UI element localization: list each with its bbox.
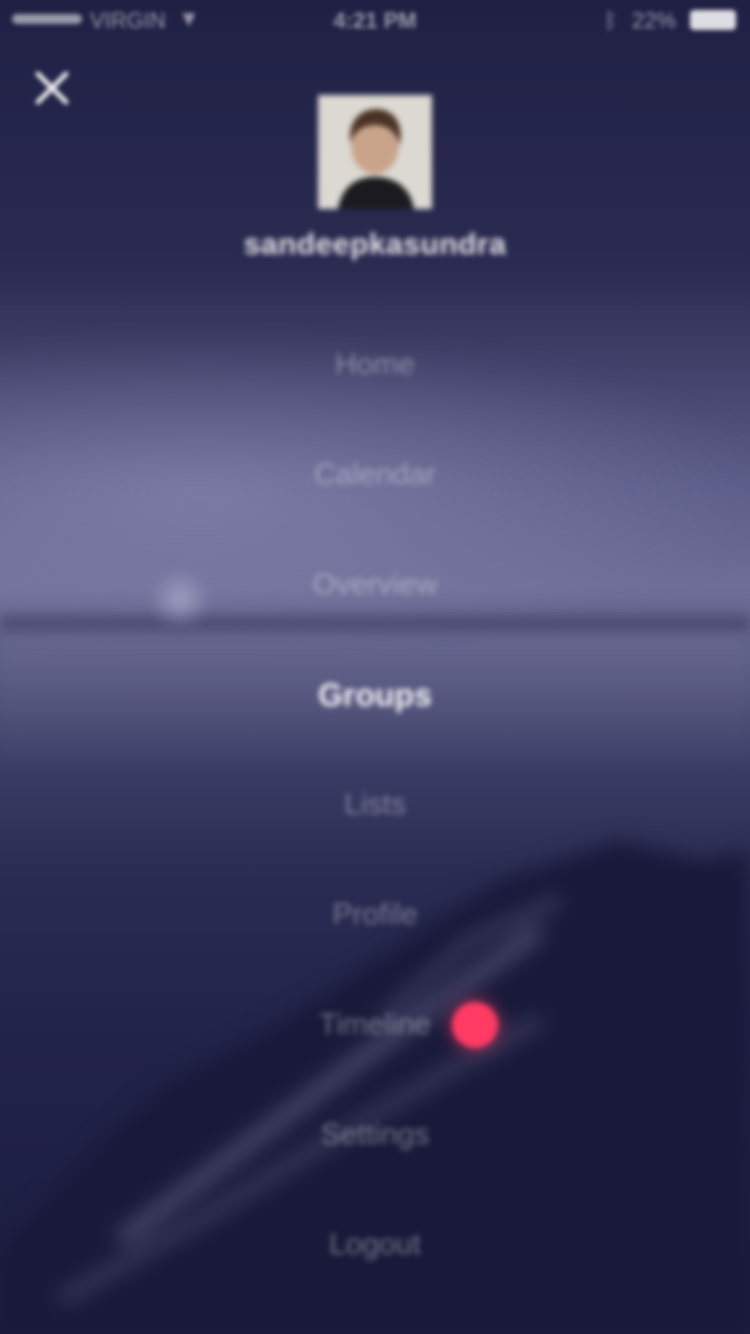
- menu-item-label: Calendar: [314, 458, 436, 491]
- avatar[interactable]: [318, 95, 432, 209]
- menu-item-logout[interactable]: Logout: [0, 1190, 750, 1300]
- menu-item-lists[interactable]: Lists: [0, 750, 750, 860]
- notification-badge: [452, 1002, 498, 1048]
- close-button[interactable]: [28, 64, 76, 112]
- username: sandeepkasundra: [243, 228, 507, 261]
- menu-item-label: Lists: [344, 788, 406, 821]
- battery-percentage: 22%: [632, 8, 677, 33]
- menu-item-home[interactable]: Home: [0, 310, 750, 420]
- menu-item-label: Overview: [312, 568, 438, 601]
- menu-item-settings[interactable]: Settings: [0, 1080, 750, 1190]
- menu-item-label: Timeline: [318, 1008, 432, 1041]
- menu-item-profile[interactable]: Profile: [0, 860, 750, 970]
- menu-screen: VIRGIN ▼ 4:21 PM ᛒ 22% sandeepkasundra H…: [0, 0, 750, 1334]
- status-bar: VIRGIN ▼ 4:21 PM ᛒ 22%: [0, 0, 750, 40]
- menu-item-label: Home: [334, 348, 416, 381]
- close-icon: [35, 71, 69, 105]
- menu-item-overview[interactable]: Overview: [0, 530, 750, 640]
- menu-item-label: Groups: [318, 677, 432, 713]
- menu-item-label: Logout: [329, 1228, 421, 1261]
- battery-icon: [690, 10, 736, 30]
- menu-item-label: Profile: [332, 898, 418, 931]
- menu-item-groups[interactable]: Groups: [0, 640, 750, 750]
- bluetooth-icon: ᛒ: [604, 8, 618, 33]
- menu-item-label: Settings: [320, 1118, 430, 1151]
- menu-item-timeline[interactable]: Timeline: [0, 970, 750, 1080]
- menu-item-calendar[interactable]: Calendar: [0, 420, 750, 530]
- avatar-photo: [318, 95, 432, 209]
